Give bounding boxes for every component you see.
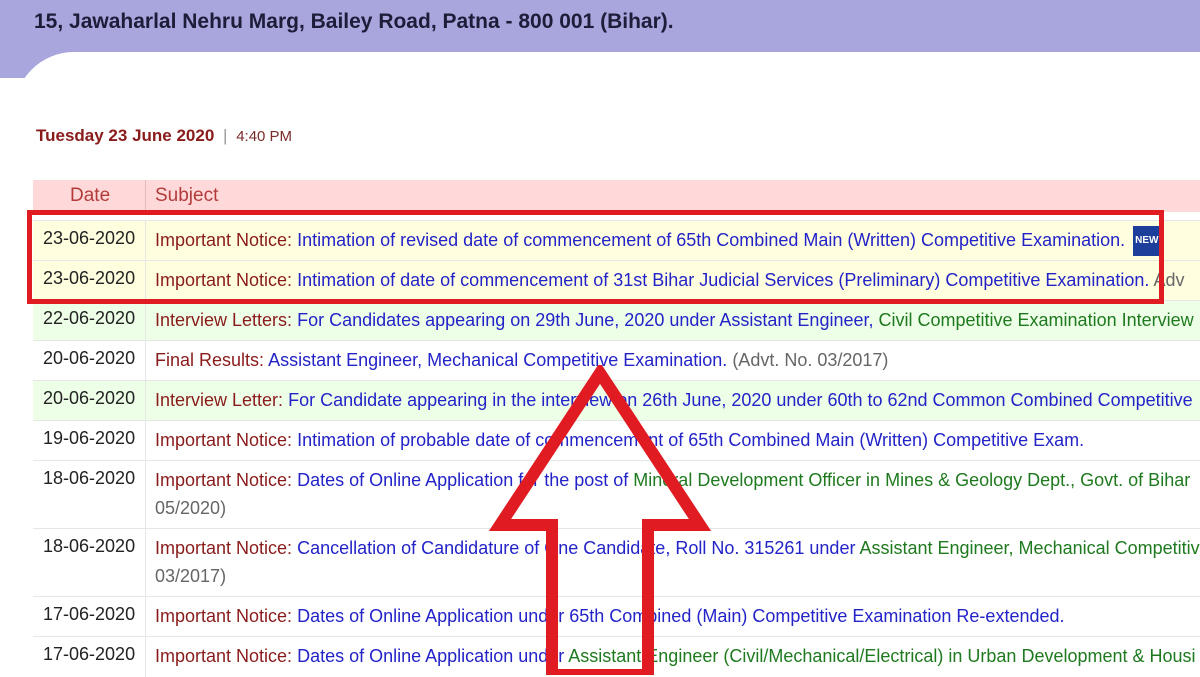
datetime-separator: | <box>223 126 228 145</box>
notice-category: Important Notice: <box>155 430 293 450</box>
advt-number: (Advt. No. 03/2017) <box>732 350 889 370</box>
office-address: 15, Jawaharlal Nehru Marg, Bailey Road, … <box>34 10 674 33</box>
notice-date: 17-06-2020 <box>43 604 136 624</box>
notice-date: 22-06-2020 <box>43 308 136 328</box>
notice-date: 19-06-2020 <box>43 428 136 448</box>
current-time: 4:40 PM <box>236 128 293 145</box>
notice-date: 20-06-2020 <box>43 348 136 368</box>
notice-date: 18-06-2020 <box>43 468 136 488</box>
top-header-bar: 15, Jawaharlal Nehru Marg, Bailey Road, … <box>0 0 1200 48</box>
notice-category: Important Notice: <box>155 606 293 626</box>
notice-link-post[interactable]: Assistant Engineer, Mechanical Competiti… <box>859 538 1200 558</box>
notice-date: 18-06-2020 <box>43 536 136 556</box>
notice-category: Interview Letters: <box>155 310 293 330</box>
current-datetime: Tuesday 23 June 2020 | 4:40 PM <box>36 126 292 146</box>
notice-date: 20-06-2020 <box>43 388 136 408</box>
notice-category: Important Notice: <box>155 538 293 558</box>
column-header-date: Date <box>70 185 111 206</box>
advt-number: 03/2017) <box>155 566 227 586</box>
notice-subject: Interview Letters: For Candidates appear… <box>155 305 1194 335</box>
notice-date: 17-06-2020 <box>43 644 136 664</box>
notice-link[interactable]: For Candidates appearing on 29th June, 2… <box>297 310 873 330</box>
column-header-subject: Subject <box>155 185 219 206</box>
notice-link[interactable]: For Candidate appearing in the interview… <box>288 390 1193 410</box>
advt-number: 05/2020) <box>155 498 227 518</box>
header-divider <box>145 180 146 212</box>
table-header-row: Date Subject <box>33 180 1200 212</box>
notice-link-post[interactable]: Civil Competitive Examination Interview <box>879 310 1194 330</box>
notice-category: Final Results: <box>155 350 265 370</box>
notice-category: Interview Letter: <box>155 390 284 410</box>
notice-category: Important Notice: <box>155 646 293 666</box>
notice-category: Important Notice: <box>155 470 293 490</box>
red-highlight-box <box>27 210 1164 304</box>
current-date: Tuesday 23 June 2020 <box>36 126 215 145</box>
content-panel-corner <box>14 52 1200 132</box>
table-row: 22-06-2020 Interview Letters: For Candid… <box>33 300 1200 341</box>
red-up-arrow-icon <box>488 365 712 675</box>
